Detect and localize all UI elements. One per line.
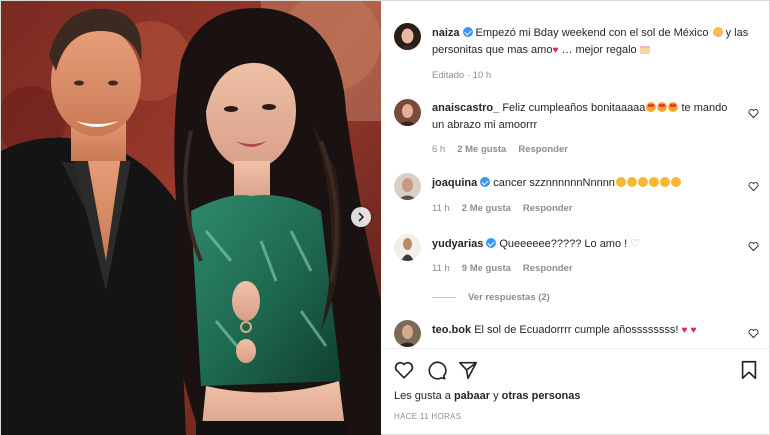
heart-icon[interactable] [393, 359, 415, 381]
heart-eyes-icon [646, 102, 657, 112]
comment-like-icon[interactable] [748, 241, 759, 252]
comment-meta: 11 h 2 Me gusta Responder [432, 203, 573, 214]
comment-likes[interactable]: 9 Me gusta [462, 263, 511, 274]
kiss-face-icon [626, 177, 637, 187]
comment-like-icon[interactable] [748, 181, 759, 192]
view-replies-label: Ver respuestas (2) [468, 292, 550, 303]
carousel-next-button[interactable] [351, 207, 371, 227]
kiss-face-icon [637, 177, 648, 187]
white-heart-icon: ♡ [630, 238, 641, 250]
comment-text-a: El sol de Ecuadorrrr cumple añossssssss! [474, 324, 679, 336]
other-likers-link[interactable]: otras personas [502, 390, 581, 402]
caption-text-c: … mejor regalo [561, 44, 637, 56]
likes-summary: Les gusta a pabaar y otras personas [394, 390, 581, 402]
kiss-face-icon [648, 177, 659, 187]
edited-label: Editado · 10 h [432, 70, 492, 81]
verified-icon [486, 238, 497, 248]
comment-time: 11 h [432, 203, 450, 214]
post-photo[interactable] [1, 1, 381, 435]
likes-prefix: Les gusta a [394, 390, 451, 402]
author-avatar[interactable] [394, 23, 421, 50]
comment-time: 6 h [432, 144, 446, 155]
actions-divider [382, 348, 770, 349]
likes-middle: y [493, 390, 499, 402]
reply-button[interactable]: Responder [523, 203, 573, 214]
verified-icon [480, 177, 491, 187]
author-username[interactable]: naiza [432, 27, 460, 39]
liker-username[interactable]: pabaar [454, 390, 490, 402]
chevron-right-icon [358, 212, 364, 222]
kiss-face-icon [670, 177, 681, 187]
bookmark-icon[interactable] [738, 359, 760, 381]
smiling-face-icon [712, 27, 723, 37]
commenter-avatar[interactable] [394, 99, 421, 126]
comment-text-a: Feliz cumpleaños bonitaaaaa [502, 102, 646, 114]
share-icon[interactable] [457, 359, 479, 381]
heart-eyes-icon [657, 102, 668, 112]
view-replies-button[interactable]: Ver respuestas (2) [432, 292, 550, 303]
comment-username[interactable]: yudyarias [432, 238, 483, 250]
heart-eyes-icon [668, 102, 679, 112]
kiss-face-icon [615, 177, 626, 187]
comment-username[interactable]: joaquina [432, 177, 477, 189]
comment-like-icon[interactable] [748, 328, 759, 339]
comment-username[interactable]: anaiscastro_ [432, 102, 499, 114]
comment-text-a: cancer szznnnnnnNnnnn [493, 177, 615, 189]
verified-icon [462, 27, 473, 37]
comment-meta: 11 h 9 Me gusta Responder [432, 263, 573, 274]
reply-button[interactable]: Responder [523, 263, 573, 274]
comments-panel: naiza Empezó mi Bday weekend con el sol d… [382, 1, 770, 435]
reply-button[interactable]: Responder [518, 144, 568, 155]
caption-text-a: Empezó mi Bday weekend con el sol de Méx… [475, 27, 709, 39]
post-window: naiza Empezó mi Bday weekend con el sol d… [0, 0, 770, 435]
comment-like-icon[interactable] [748, 108, 759, 119]
post-timestamp: HACE 11 HORAS [394, 412, 462, 421]
commenter-avatar[interactable] [394, 320, 421, 347]
red-heart-icon: ♥ [681, 325, 688, 336]
commenter-avatar[interactable] [394, 173, 421, 200]
comment-body: joaquina cancer szznnnnnnNnnnn [432, 175, 742, 192]
post-caption: naiza Empezó mi Bday weekend con el sol d… [432, 25, 762, 59]
photo-illustration [1, 1, 381, 435]
comment-username[interactable]: teo.bok [432, 324, 471, 336]
replies-line [432, 296, 456, 298]
comment-text-a: Queeeeee????? Lo amo ! [499, 238, 628, 250]
comment-body: yudyarias Queeeeee????? Lo amo ! ♡ [432, 236, 742, 253]
cake-icon [639, 46, 650, 54]
comment-meta: 6 h 2 Me gusta Responder [432, 144, 568, 155]
red-heart-icon: ♥ [690, 325, 697, 336]
red-heart-icon: ♥ [552, 45, 559, 56]
comment-icon[interactable] [425, 359, 447, 381]
commenter-avatar[interactable] [394, 234, 421, 261]
comment-likes[interactable]: 2 Me gusta [462, 203, 511, 214]
comment-body: anaiscastro_ Feliz cumpleaños bonitaaaaa… [432, 100, 732, 134]
comment-time: 11 h [432, 263, 450, 274]
comment-body: teo.bok El sol de Ecuadorrrr cumple años… [432, 322, 752, 339]
comment-likes[interactable]: 2 Me gusta [457, 144, 506, 155]
kiss-face-icon [659, 177, 670, 187]
